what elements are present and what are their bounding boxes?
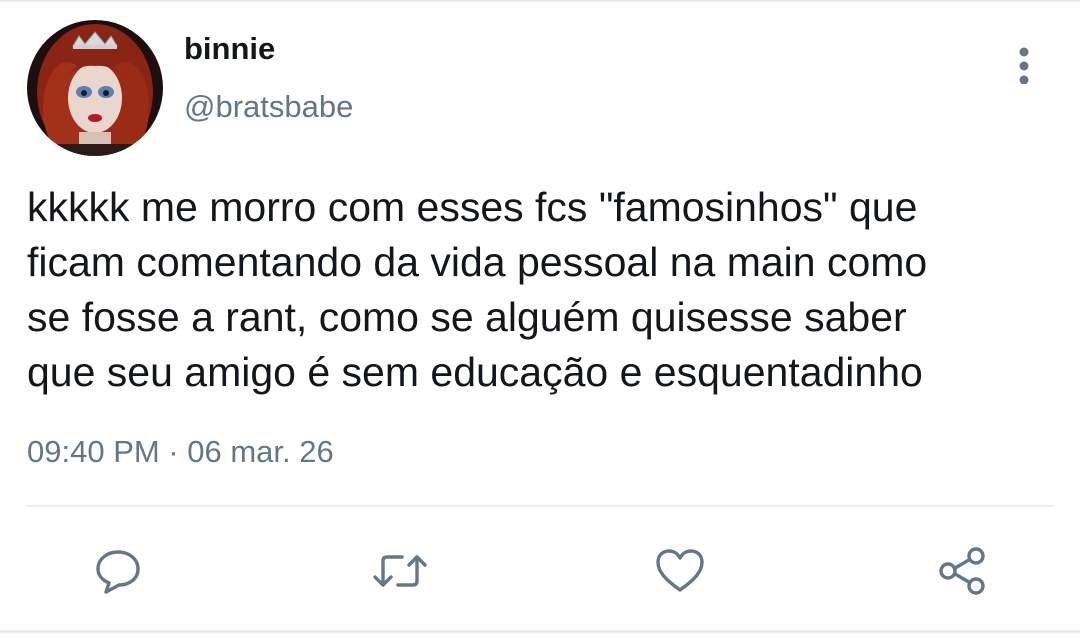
tweet-timestamp: 09:40 PM · 06 mar. 26 [27, 434, 334, 469]
reply-icon [96, 550, 140, 594]
top-divider [0, 0, 1080, 2]
like-icon [656, 549, 704, 592]
more-options-button[interactable] [1004, 40, 1044, 88]
tweet-text: kkkkk me morro com esses fcs "famosinhos… [27, 184, 928, 395]
share-button[interactable] [927, 536, 997, 606]
profile-photo [27, 20, 163, 156]
display-name[interactable]: binnie [184, 31, 275, 67]
action-bar [0, 536, 1080, 606]
bottom-divider [0, 630, 1080, 633]
user-handle[interactable]: @bratsbabe [184, 89, 353, 125]
like-button[interactable] [645, 536, 715, 606]
share-icon [939, 547, 985, 595]
reply-button[interactable] [83, 536, 153, 606]
retweet-button[interactable] [365, 536, 435, 606]
retweet-icon [373, 555, 427, 587]
divider [27, 505, 1053, 507]
avatar[interactable] [27, 20, 163, 156]
more-vertical-icon [1019, 47, 1029, 84]
